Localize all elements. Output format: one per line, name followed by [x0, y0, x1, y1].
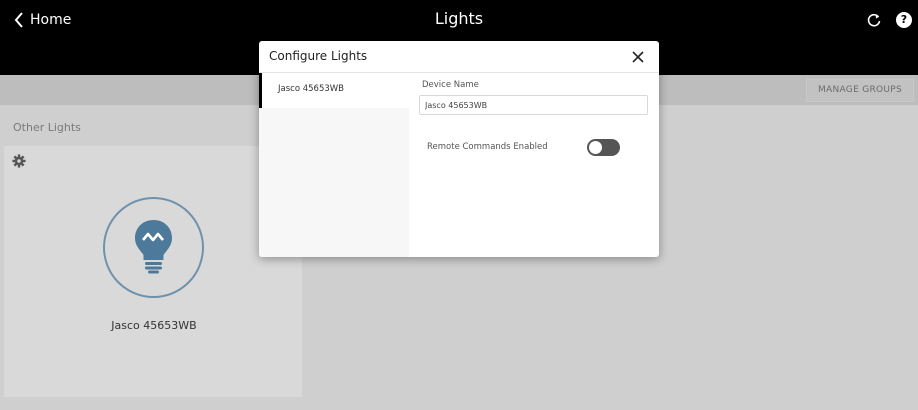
page-title: Lights	[434, 9, 484, 28]
device-name: Jasco 45653WB	[111, 319, 197, 332]
light-device-card[interactable]: Jasco 45653WB	[3, 145, 303, 398]
manage-groups-button[interactable]: MANAGE GROUPS	[806, 79, 914, 102]
toggle-knob	[589, 141, 602, 154]
help-icon[interactable]: ?	[896, 12, 912, 28]
device-name-label: Device Name	[422, 80, 479, 90]
device-name-field[interactable]	[419, 95, 648, 115]
remote-commands-toggle[interactable]	[587, 139, 620, 156]
dialog-title: Configure Lights	[269, 49, 368, 63]
remote-commands-label: Remote Commands Enabled	[427, 142, 548, 152]
bulb-icon-circle	[103, 197, 204, 298]
section-title: Other Lights	[13, 121, 81, 134]
sidebar-item-device[interactable]: Jasco 45653WB	[259, 73, 409, 108]
configure-lights-dialog: Configure Lights Jasco 45653WB Device Na…	[259, 41, 659, 257]
dialog-sidebar: Jasco 45653WB	[259, 73, 409, 257]
close-icon[interactable]	[631, 50, 645, 64]
gear-icon[interactable]	[12, 154, 26, 168]
sidebar-item-label: Jasco 45653WB	[278, 84, 344, 94]
light-bulb-icon	[135, 220, 172, 274]
refresh-icon[interactable]	[866, 12, 882, 28]
dialog-header: Configure Lights	[259, 41, 659, 73]
